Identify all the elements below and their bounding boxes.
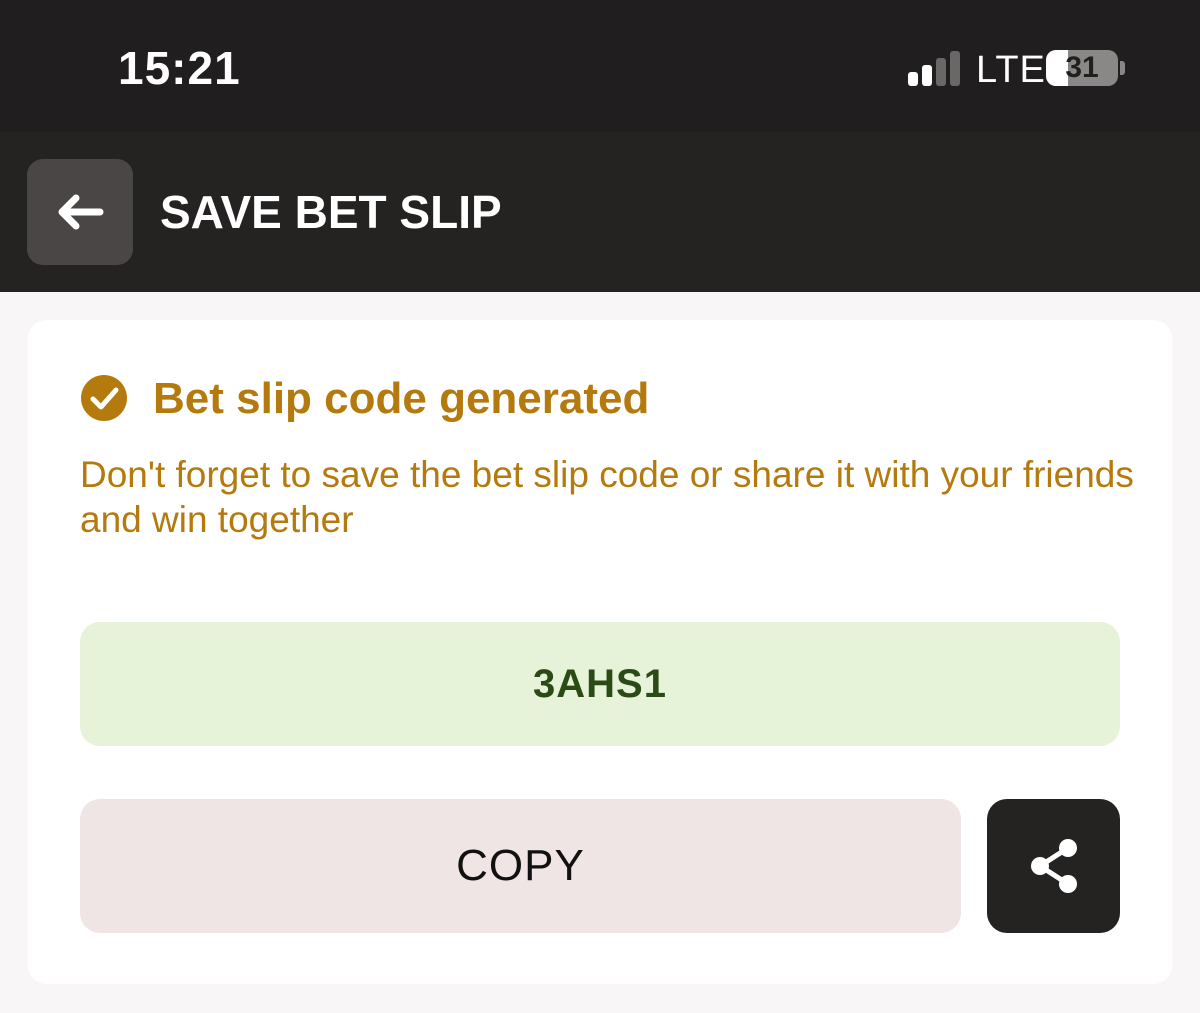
- bet-slip-code-value: 3AHS1: [533, 661, 667, 706]
- copy-button[interactable]: COPY: [80, 799, 961, 933]
- bet-slip-code: 3AHS1: [80, 622, 1120, 746]
- signal-strength-icon: [908, 50, 964, 86]
- battery-cap: [1120, 61, 1125, 75]
- share-icon: [1030, 839, 1077, 893]
- copy-button-label: COPY: [456, 841, 585, 890]
- check-circle-icon: [81, 375, 127, 421]
- battery-level: 31: [1065, 51, 1099, 84]
- share-button[interactable]: [987, 799, 1120, 933]
- bet-slip-card: Bet slip code generated Don't forget to …: [28, 320, 1172, 984]
- back-button[interactable]: [27, 159, 133, 265]
- app-header: SAVE BET SLIP: [0, 132, 1200, 292]
- page-title: SAVE BET SLIP: [160, 186, 502, 238]
- success-title: Bet slip code generated: [153, 374, 650, 423]
- signal-bar: [936, 58, 946, 86]
- status-time: 15:21: [118, 42, 241, 94]
- battery-icon: 31: [1046, 50, 1118, 86]
- signal-bar: [922, 65, 932, 86]
- arrow-left-icon: [58, 194, 104, 230]
- signal-bar: [908, 72, 918, 86]
- save-instructions: Don't forget to save the bet slip code o…: [80, 454, 1134, 540]
- signal-bar: [950, 51, 960, 86]
- network-type: LTE: [976, 49, 1046, 91]
- status-bar: 15:21 LTE 31: [0, 0, 1200, 132]
